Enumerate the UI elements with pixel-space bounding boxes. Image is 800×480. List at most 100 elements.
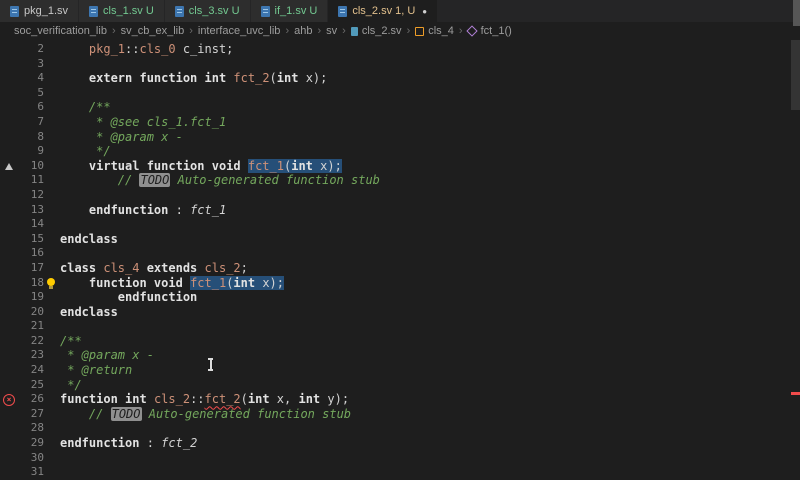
code-line-26[interactable]: × 26 function int cls_2::fct_2(int x, int … bbox=[0, 392, 800, 407]
code-line-12[interactable]: 12 bbox=[0, 188, 800, 203]
line-number[interactable]: 31 bbox=[18, 465, 44, 480]
code-line-25[interactable]: 25 */ bbox=[0, 378, 800, 393]
code-line-27[interactable]: 27 // TODO Auto-generated function stub bbox=[0, 406, 800, 422]
line-number[interactable]: 9 bbox=[18, 144, 44, 159]
line-number[interactable]: 13 bbox=[18, 203, 44, 218]
line-number[interactable]: 14 bbox=[18, 217, 44, 232]
lightbulb-icon[interactable] bbox=[47, 277, 55, 289]
code-text[interactable]: /** bbox=[60, 334, 82, 349]
code-line-4[interactable]: 4 extern function int fct_2(int x); bbox=[0, 71, 800, 86]
code-line-31[interactable]: 31 bbox=[0, 465, 800, 480]
code-line-14[interactable]: 14 bbox=[0, 217, 800, 232]
code-text[interactable]: * @param x - bbox=[60, 130, 183, 145]
tab-pkg_1.sv[interactable]: pkg_1.sv bbox=[0, 0, 79, 22]
code-text[interactable]: class cls_4 extends cls_2; bbox=[60, 261, 248, 276]
code-line-5[interactable]: 5 bbox=[0, 86, 800, 101]
editor[interactable]: 2 pkg_1::cls_0 c_inst; 3 4 extern function… bbox=[0, 40, 800, 480]
line-number[interactable]: 28 bbox=[18, 421, 44, 436]
code-line-15[interactable]: 15 endclass bbox=[0, 232, 800, 247]
code-line-9[interactable]: 9 */ bbox=[0, 144, 800, 159]
line-number[interactable]: 16 bbox=[18, 246, 44, 261]
line-number[interactable]: 18 bbox=[18, 276, 44, 291]
code-text[interactable]: // TODO Auto-generated function stub bbox=[60, 173, 380, 188]
tab-cls_2.sv[interactable]: cls_2.sv 1, U ● bbox=[328, 0, 438, 22]
code-text[interactable]: pkg_1::cls_0 c_inst; bbox=[60, 42, 234, 57]
modified-dot-icon[interactable]: ● bbox=[422, 7, 427, 16]
line-number[interactable]: 4 bbox=[18, 71, 44, 86]
line-number[interactable]: 10 bbox=[18, 159, 44, 174]
line-number[interactable]: 6 bbox=[18, 100, 44, 115]
code-line-28[interactable]: 28 bbox=[0, 421, 800, 436]
code-text[interactable]: */ bbox=[60, 144, 110, 159]
breadcrumb-item-sv[interactable]: sv bbox=[326, 25, 337, 37]
code-line-2[interactable]: 2 pkg_1::cls_0 c_inst; bbox=[0, 42, 800, 57]
code-line-11[interactable]: 11 // TODO Auto-generated function stub bbox=[0, 173, 800, 188]
code-line-21[interactable]: 21 bbox=[0, 319, 800, 334]
code-text[interactable]: function int cls_2::fct_2(int x, int y); bbox=[60, 392, 349, 407]
line-number[interactable]: 20 bbox=[18, 305, 44, 320]
code-line-10[interactable]: 10 virtual function void fct_1(int x); bbox=[0, 158, 800, 174]
triangle-marker-icon[interactable] bbox=[5, 162, 13, 170]
code-line-23[interactable]: 23 * @param x - bbox=[0, 348, 800, 363]
code-line-30[interactable]: 30 bbox=[0, 451, 800, 466]
line-number[interactable]: 24 bbox=[18, 363, 44, 378]
breadcrumb-item-fct_1()[interactable]: fct_1() bbox=[465, 25, 512, 37]
line-number[interactable]: 27 bbox=[18, 407, 44, 422]
code-line-8[interactable]: 8 * @param x - bbox=[0, 130, 800, 145]
code-line-13[interactable]: 13 endfunction : fct_1 bbox=[0, 203, 800, 218]
code-line-16[interactable]: 16 bbox=[0, 246, 800, 261]
code-line-17[interactable]: 17 class cls_4 extends cls_2; bbox=[0, 261, 800, 276]
code-line-7[interactable]: 7 * @see cls_1.fct_1 bbox=[0, 115, 800, 130]
line-number[interactable]: 8 bbox=[18, 130, 44, 145]
line-number[interactable]: 2 bbox=[18, 42, 44, 57]
line-number[interactable]: 26 bbox=[18, 392, 44, 407]
code-line-18[interactable]: 18 function void fct_1(int x); bbox=[0, 275, 800, 291]
breadcrumb-item-soc_verification_lib[interactable]: soc_verification_lib bbox=[14, 25, 107, 37]
breadcrumb-item-interface_uvc_lib[interactable]: interface_uvc_lib bbox=[198, 25, 281, 37]
code-text[interactable]: function void fct_1(int x); bbox=[60, 275, 285, 291]
breadcrumb-item-ahb[interactable]: ahb bbox=[294, 25, 312, 37]
breadcrumb-item-cls_2.sv[interactable]: cls_2.sv bbox=[350, 25, 402, 37]
line-number[interactable]: 11 bbox=[18, 173, 44, 188]
code-text[interactable]: // TODO Auto-generated function stub bbox=[60, 406, 351, 422]
code-line-24[interactable]: 24 * @return bbox=[0, 363, 800, 378]
line-number[interactable]: 22 bbox=[18, 334, 44, 349]
line-number[interactable]: 15 bbox=[18, 232, 44, 247]
code-line-29[interactable]: 29 endfunction : fct_2 bbox=[0, 436, 800, 451]
line-number[interactable]: 17 bbox=[18, 261, 44, 276]
code-text[interactable]: virtual function void fct_1(int x); bbox=[60, 158, 342, 174]
line-number[interactable]: 5 bbox=[18, 86, 44, 101]
code-text[interactable]: /** bbox=[60, 100, 111, 115]
code-text[interactable]: extern function int fct_2(int x); bbox=[60, 71, 327, 86]
line-number[interactable]: 30 bbox=[18, 451, 44, 466]
line-number[interactable]: 19 bbox=[18, 290, 44, 305]
code-line-20[interactable]: 20 endclass bbox=[0, 305, 800, 320]
breadcrumb-item-sv_cb_ex_lib[interactable]: sv_cb_ex_lib bbox=[121, 25, 185, 37]
code-text[interactable]: */ bbox=[60, 378, 81, 393]
line-number[interactable]: 3 bbox=[18, 57, 44, 72]
tab-cls_1.sv[interactable]: cls_1.sv U bbox=[79, 0, 164, 22]
line-number[interactable]: 21 bbox=[18, 319, 44, 334]
code-text[interactable]: * @see cls_1.fct_1 bbox=[60, 115, 226, 130]
code-line-6[interactable]: 6 /** bbox=[0, 100, 800, 115]
code-text[interactable]: * @param x - bbox=[60, 348, 154, 363]
line-number[interactable]: 29 bbox=[18, 436, 44, 451]
breadcrumb-item-cls_4[interactable]: cls_4 bbox=[415, 25, 454, 37]
tab-if_1.sv[interactable]: if_1.sv U bbox=[250, 0, 328, 22]
code-line-19[interactable]: 19 endfunction bbox=[0, 290, 800, 305]
code-text[interactable]: * @return bbox=[60, 363, 132, 378]
code-text[interactable]: endclass bbox=[60, 305, 118, 320]
code-line-3[interactable]: 3 bbox=[0, 57, 800, 72]
error-icon[interactable]: × bbox=[3, 393, 15, 406]
line-number[interactable]: 7 bbox=[18, 115, 44, 130]
code-text[interactable]: endclass bbox=[60, 232, 118, 247]
code-text[interactable]: endfunction : fct_1 bbox=[60, 203, 226, 218]
code-text[interactable]: endfunction : fct_2 bbox=[60, 436, 197, 451]
code-line-22[interactable]: 22 /** bbox=[0, 334, 800, 349]
line-number[interactable]: 12 bbox=[18, 188, 44, 203]
tab-cls_3.sv[interactable]: cls_3.sv U bbox=[164, 0, 250, 22]
code-text[interactable]: endfunction bbox=[60, 290, 197, 305]
line-number[interactable]: 23 bbox=[18, 348, 44, 363]
line-number[interactable]: 25 bbox=[18, 378, 44, 393]
scrollbar-thumb[interactable] bbox=[791, 40, 800, 110]
